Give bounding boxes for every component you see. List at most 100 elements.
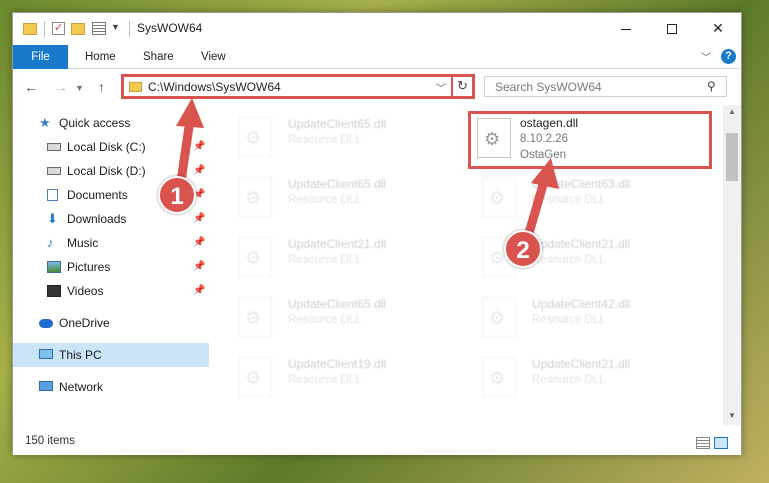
search-placeholder: Search SysWOW64 [495,80,602,94]
pin-icon[interactable]: 📌 [193,135,205,159]
sidebar-item-this-pc[interactable]: This PC [13,343,209,367]
pin-icon[interactable]: 📌 [193,231,205,255]
file-name: UpdateClient21.dll [532,237,631,251]
file-type: Resource DLL [288,134,362,146]
tab-file[interactable]: File [13,45,68,69]
customize-quick-access-dropdown[interactable]: ▼ [111,22,120,38]
step-1-callout: 1 [158,176,196,214]
folder-icon [129,82,142,92]
file-tile[interactable]: ⚙ UpdateClient63.dll Resource DLL [474,173,704,227]
tab-view[interactable]: View [187,45,240,69]
dll-file-icon: ⚙ [482,177,516,217]
title-bar: ✓ ▼ SysWOW64 ✕ [13,13,741,45]
folder-icon[interactable] [23,23,37,35]
pictures-icon [47,261,61,273]
navigation-pane: ★ Quick access Local Disk (C:) 📌 Local D… [13,105,209,425]
navigation-bar: ← → ▼ ↑ C:\Windows\SysWOW64 ﹀ ↻ Search S… [13,70,741,104]
file-name: ostagen.dll [520,116,579,130]
sidebar-item-videos[interactable]: Videos 📌 [13,279,209,303]
up-arrow-icon[interactable]: ↑ [98,79,105,95]
maximize-button[interactable] [649,13,695,43]
back-arrow-icon[interactable]: ← [24,79,38,95]
pc-icon [39,349,53,359]
refresh-icon[interactable]: ↻ [457,78,468,94]
file-type: Resource DLL [532,314,606,326]
file-name: UpdateClient21.dll [288,237,387,251]
sidebar-item-label: OneDrive [59,316,110,330]
download-icon: ⬇ [47,211,58,226]
divider [451,77,453,96]
new-folder-icon[interactable] [71,23,85,35]
scroll-thumb[interactable] [726,133,738,181]
file-tile[interactable]: ⚙ UpdateClient21.dll Resource DLL [474,353,704,407]
window-title: SysWOW64 [137,21,203,35]
tiles-view-icon[interactable] [714,437,728,449]
help-icon[interactable]: ? [721,49,736,64]
minimize-button[interactable] [603,13,649,43]
properties-check-icon[interactable]: ✓ [52,22,65,35]
file-company: OstaGen [520,149,567,161]
search-input[interactable]: Search SysWOW64 ⚲ [484,76,727,97]
file-name: UpdateClient65.dll [288,297,387,311]
dll-file-icon: ⚙ [238,237,272,277]
close-icon: ✕ [712,20,724,36]
divider [44,21,45,37]
dll-file-icon: ⚙ [238,357,272,397]
file-type: Resource DLL [532,254,606,266]
dll-file-icon: ⚙ [482,357,516,397]
sidebar-item-label: Quick access [59,116,131,130]
sidebar-item-label: This PC [59,348,102,362]
expand-ribbon-chevron-icon[interactable]: ﹀ [701,49,711,64]
address-dropdown-icon[interactable]: ﹀ [436,80,446,95]
details-view-icon[interactable] [696,437,710,449]
star-icon: ★ [39,115,51,130]
sidebar-item-label: Network [59,380,104,394]
file-name: UpdateClient19.dll [288,357,387,371]
file-name: UpdateClient63.dll [532,177,631,191]
file-name: UpdateClient65.dll [288,177,387,191]
file-tile[interactable]: ⚙ UpdateClient65.dll Resource DLL [230,293,460,347]
recent-locations-dropdown[interactable]: ▼ [75,83,84,93]
sidebar-item-pictures[interactable]: Pictures 📌 [13,255,209,279]
forward-arrow-icon[interactable]: → [54,79,68,95]
file-tile[interactable]: ⚙ UpdateClient65.dll Resource DLL [230,113,460,167]
scroll-up-arrow-icon[interactable]: ▲ [728,107,736,116]
file-type: Resource DLL [532,374,606,386]
close-button[interactable]: ✕ [695,13,741,43]
file-tile[interactable]: ⚙ UpdateClient65.dll Resource DLL [230,173,460,227]
tab-share[interactable]: Share [129,45,188,69]
sidebar-item-label: Local Disk (C:) [67,140,146,154]
dll-file-icon: ⚙ [238,117,272,157]
file-tile[interactable]: ⚙ UpdateClient42.dll Resource DLL [474,293,704,347]
pin-icon[interactable]: 📌 [193,159,205,183]
file-tile[interactable]: ⚙ UpdateClient21.dll Resource DLL [230,233,460,287]
file-tile-ostagen[interactable]: ⚙ ostagen.dll 8.10.2.26 OstaGen [468,111,712,169]
vertical-scrollbar[interactable]: ▲ ▼ [723,105,741,425]
sidebar-item-label: Downloads [67,212,127,226]
disk-icon [47,167,61,175]
file-tile[interactable]: ⚙ UpdateClient19.dll Resource DLL [230,353,460,407]
sidebar-item-music[interactable]: ♪ Music 📌 [13,231,209,255]
properties-icon[interactable] [92,22,106,35]
file-list: ⚙ UpdateClient65.dll Resource DLL ⚙ Upda… [210,105,722,425]
sidebar-item-network[interactable]: Network [13,375,209,399]
sidebar-item-label: Music [67,236,99,250]
file-version: 8.10.2.26 [520,133,568,145]
pin-icon[interactable]: 📌 [193,207,205,231]
pin-icon[interactable]: 📌 [193,255,205,279]
address-path[interactable]: C:\Windows\SysWOW64 [148,80,281,94]
search-icon[interactable]: ⚲ [707,79,716,93]
tab-home[interactable]: Home [71,45,130,69]
sidebar-item-label: Pictures [67,260,111,274]
music-icon: ♪ [47,235,54,250]
sidebar-item-local-disk-c[interactable]: Local Disk (C:) 📌 [13,135,209,159]
sidebar-item-quick-access[interactable]: ★ Quick access [13,111,209,135]
sidebar-item-onedrive[interactable]: OneDrive [13,311,209,335]
pin-icon[interactable]: 📌 [193,279,205,303]
address-bar[interactable]: C:\Windows\SysWOW64 ﹀ ↻ [121,74,475,99]
scroll-down-arrow-icon[interactable]: ▼ [728,411,736,420]
dll-file-icon: ⚙ [477,118,511,158]
file-type: Resource DLL [532,194,606,206]
status-bar: 150 items [13,431,741,455]
sidebar-item-label: Documents [67,188,128,202]
